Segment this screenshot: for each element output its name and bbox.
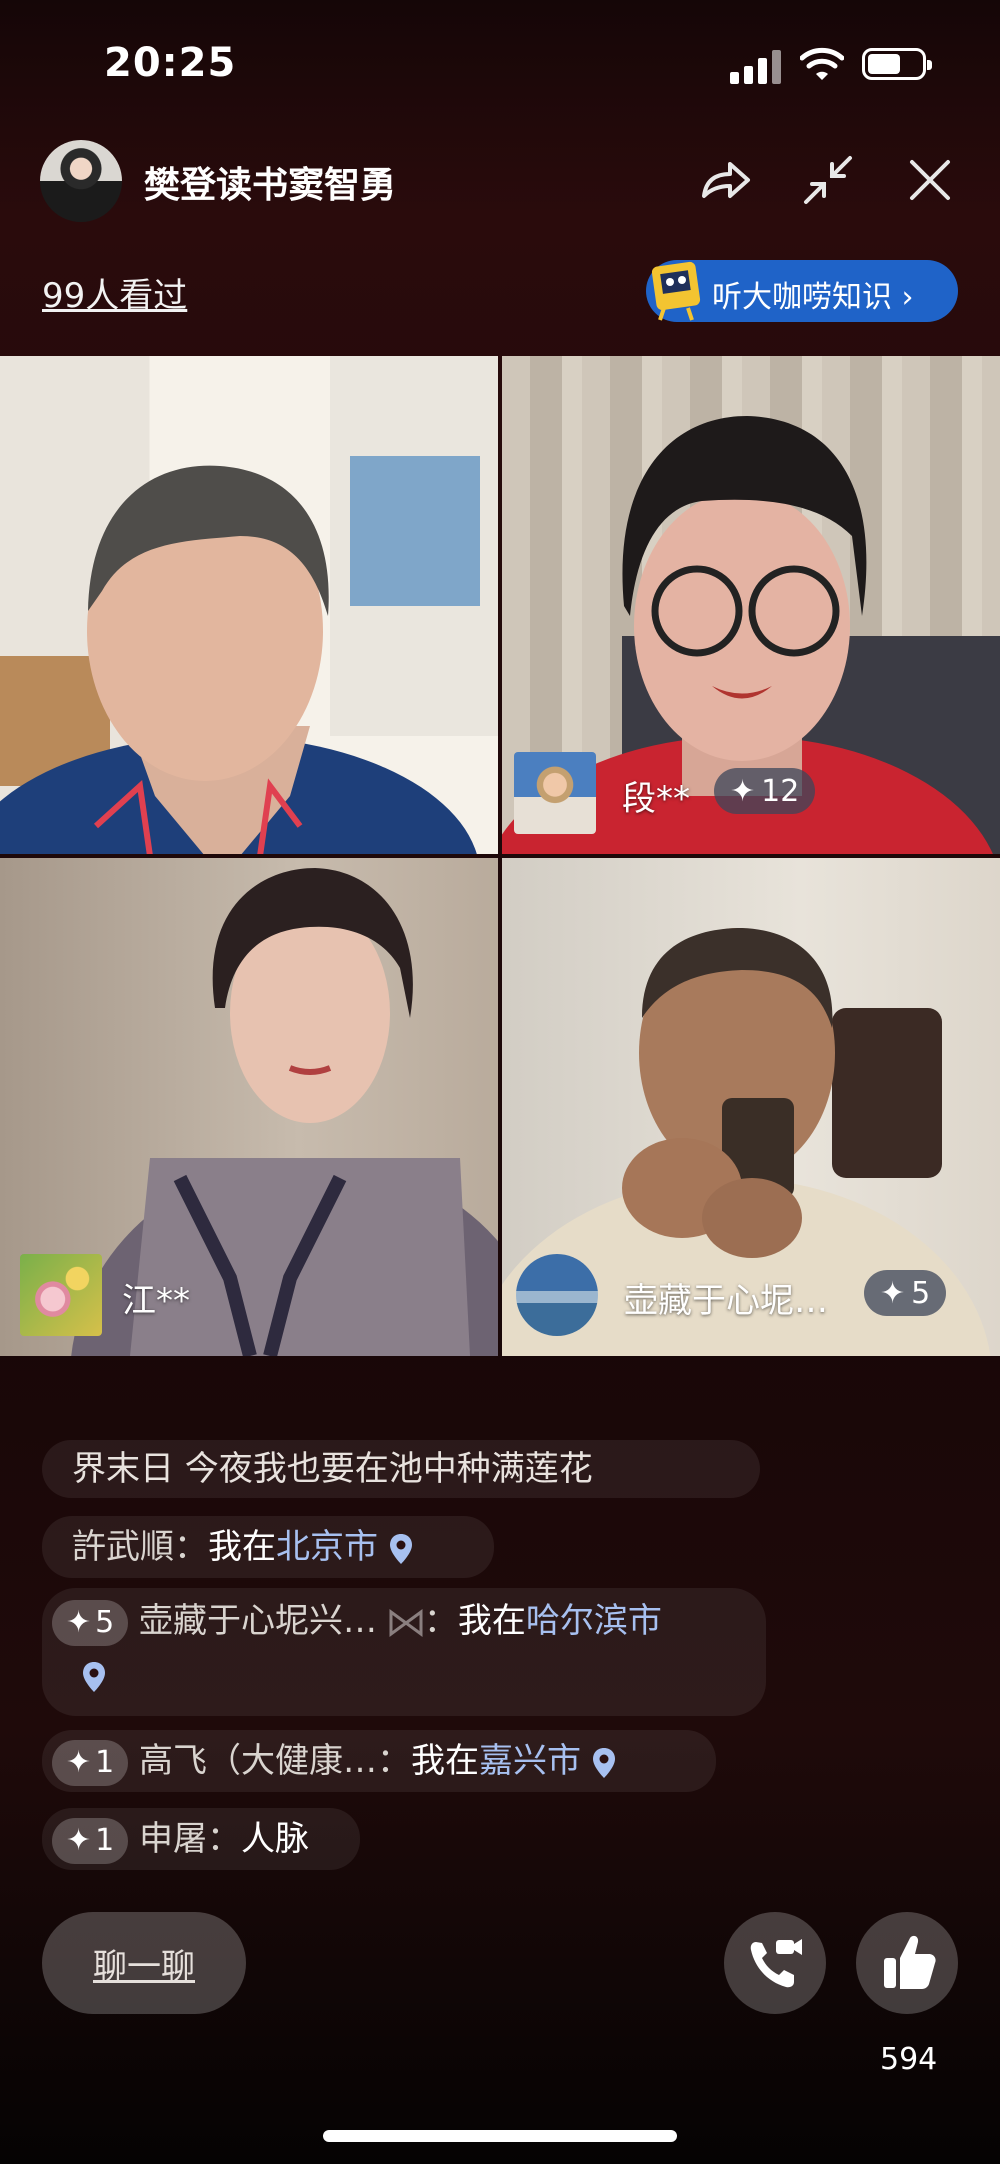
participant-avatar bbox=[20, 1254, 102, 1336]
promo-mascot-icon bbox=[651, 261, 701, 321]
participant-name: 江** bbox=[122, 1281, 190, 1321]
participant-score: ✦ 12 bbox=[714, 768, 816, 814]
participant-name: 壶藏于心坭… bbox=[624, 1281, 828, 1321]
promo-label: 听大咖唠知识 › bbox=[712, 280, 914, 315]
battery-icon bbox=[862, 48, 932, 80]
chat-username[interactable]: 壶藏于心坭兴… bbox=[139, 1601, 377, 1641]
chat-message: 許武順：我在北京市 bbox=[42, 1516, 494, 1578]
chat-username[interactable]: 申屠： bbox=[139, 1819, 241, 1859]
fan-badge: ✦ 1 bbox=[52, 1817, 129, 1864]
video-tile-hucang[interactable]: 壶藏于心坭… ✦ 5 bbox=[502, 858, 1000, 1356]
chat-message: ✦ 1 高飞（大健康…：我在嘉兴市 bbox=[42, 1730, 716, 1792]
sparkle-icon: ✦ bbox=[880, 1275, 906, 1311]
chat-username[interactable]: 高飞（大健康…： bbox=[139, 1741, 411, 1781]
phone-video-icon bbox=[750, 1939, 802, 1988]
home-indicator[interactable] bbox=[323, 2130, 677, 2142]
chat-button[interactable]: 聊一聊 bbox=[42, 1912, 246, 2014]
host-name[interactable]: 樊登读书窦智勇 bbox=[144, 156, 396, 208]
fan-badge: ✦ 1 bbox=[52, 1739, 129, 1786]
participant-video bbox=[0, 356, 498, 854]
signal-icon bbox=[730, 50, 782, 84]
sparkle-icon: ✦ bbox=[66, 1822, 92, 1858]
chat-message: ✦ 1 申屠：人脉 bbox=[42, 1808, 360, 1870]
chat-text: 我在 bbox=[457, 1601, 526, 1641]
sparkle-icon: ✦ bbox=[730, 773, 756, 809]
location-pin-icon bbox=[83, 1662, 105, 1692]
chat-message: ✦ 5 壶藏于心坭兴… ：我在哈尔滨市 bbox=[42, 1588, 766, 1716]
bow-icon bbox=[389, 1608, 423, 1637]
viewer-count[interactable]: 99人看过 bbox=[42, 268, 187, 317]
share-icon[interactable] bbox=[694, 150, 754, 210]
location-pin-icon bbox=[592, 1747, 615, 1778]
participant-avatar bbox=[514, 752, 596, 834]
video-tile-host[interactable] bbox=[0, 356, 498, 854]
chat-city: 哈尔滨市 bbox=[525, 1601, 662, 1641]
thumbs-up-icon bbox=[884, 1935, 936, 1989]
minimize-icon[interactable] bbox=[798, 150, 858, 210]
chat-message: 界末日 今夜我也要在池中种满莲花 bbox=[42, 1440, 760, 1498]
close-icon[interactable] bbox=[900, 150, 960, 210]
sparkle-icon: ✦ bbox=[66, 1744, 92, 1780]
chat-text: 人脉 bbox=[241, 1819, 310, 1859]
chat-text: 我在 bbox=[411, 1741, 480, 1781]
like-count: 594 bbox=[880, 2042, 938, 2077]
like-button[interactable] bbox=[856, 1912, 958, 2014]
call-link-button[interactable] bbox=[724, 1912, 826, 2014]
location-pin-icon bbox=[389, 1533, 412, 1564]
chat-username[interactable]: 許武順： bbox=[72, 1527, 208, 1567]
chat-text: 我在 bbox=[208, 1527, 276, 1567]
video-tile-jiang[interactable]: 江** bbox=[0, 858, 498, 1356]
participant-avatar bbox=[516, 1254, 598, 1336]
participant-score: ✦ 5 bbox=[864, 1270, 947, 1316]
status-time: 20:25 bbox=[104, 40, 237, 86]
host-avatar[interactable] bbox=[40, 140, 122, 222]
video-tile-duan[interactable]: 段** ✦ 12 bbox=[502, 356, 1000, 854]
sparkle-icon: ✦ bbox=[66, 1604, 92, 1640]
participant-name: 段** bbox=[622, 779, 690, 819]
promo-banner[interactable]: 听大咖唠知识 › bbox=[646, 260, 958, 322]
wifi-icon bbox=[800, 47, 844, 80]
chat-city: 嘉兴市 bbox=[479, 1741, 582, 1781]
fan-badge: ✦ 5 bbox=[52, 1599, 129, 1646]
chat-city: 北京市 bbox=[276, 1527, 378, 1567]
